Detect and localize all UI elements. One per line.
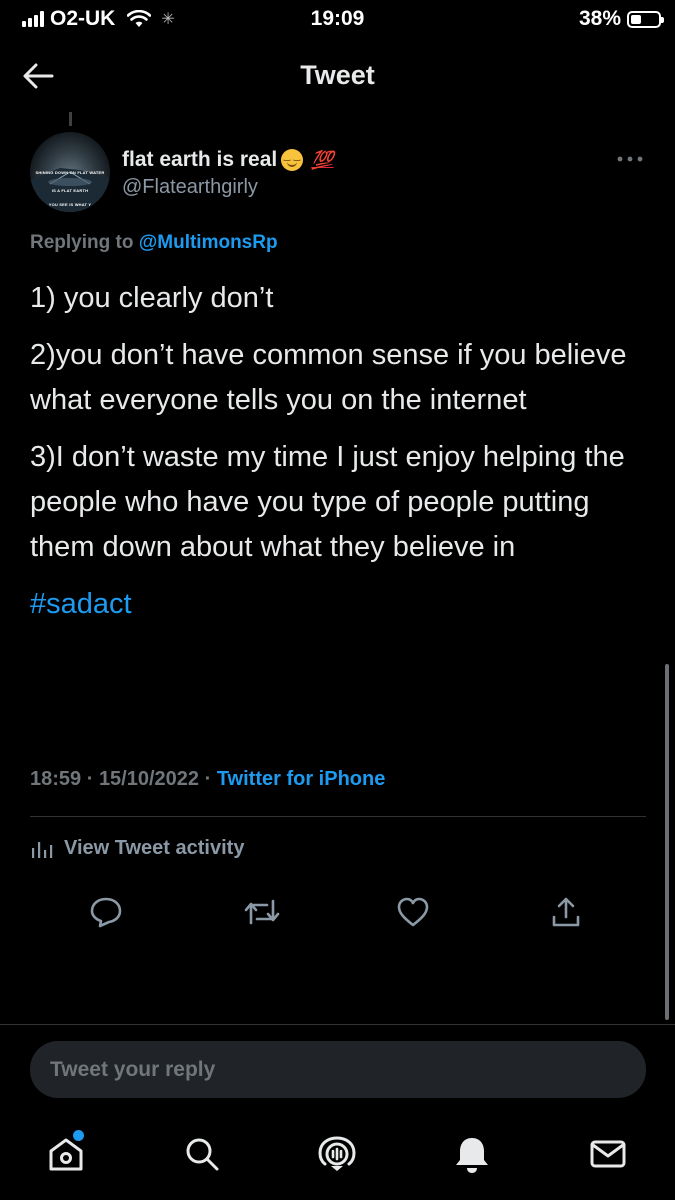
tab-home[interactable]: [42, 1130, 90, 1178]
battery-fill: [631, 14, 641, 24]
retweet-button[interactable]: [240, 890, 284, 934]
home-notification-dot: [73, 1130, 84, 1141]
search-icon: [186, 1138, 219, 1171]
display-name: flat earth is real: [122, 148, 278, 171]
reply-icon: [90, 897, 122, 928]
avatar[interactable]: SHINING DOWN ON FLAT WATER IS A FLAT EAR…: [30, 132, 110, 212]
header: Tweet: [0, 48, 675, 104]
avatar-text-2: IS A FLAT EARTH: [51, 188, 89, 193]
tweet-meta: 18:59 · 15/10/2022 · Twitter for iPhone: [30, 768, 386, 790]
tweet-text: 1) you clearly don’t 2)you don’t have co…: [30, 276, 640, 639]
tweet-date: 15/10/2022: [98, 768, 200, 790]
user-handle: @Flatearthgirly: [122, 176, 258, 198]
reply-input[interactable]: [50, 1057, 646, 1082]
tweet-actions: [0, 890, 675, 934]
status-bar: O2-UK ✳ 19:09 38%: [0, 0, 675, 40]
battery-icon: [627, 10, 664, 28]
view-activity-button[interactable]: View Tweet activity: [30, 836, 244, 860]
tab-spaces[interactable]: [313, 1130, 361, 1178]
tab-notifications[interactable]: [448, 1130, 496, 1178]
heart-icon: [397, 897, 429, 927]
avatar-text-1: SHINING DOWN ON FLAT WATER: [35, 170, 105, 175]
hashtag-link[interactable]: #sadact: [30, 588, 132, 620]
more-dots-icon: [617, 156, 643, 162]
hundred-points-emoji-icon: 💯: [311, 149, 334, 170]
tweet-paragraph: 1) you clearly don’t: [30, 282, 274, 314]
relieved-face-emoji-icon: [281, 149, 304, 171]
like-button[interactable]: [391, 890, 435, 934]
reply-composer[interactable]: [30, 1041, 646, 1098]
tab-search[interactable]: [178, 1130, 226, 1178]
divider: [30, 816, 646, 817]
battery-percent: 38%: [578, 7, 621, 30]
replying-to: Replying to @MultimonsRp: [30, 232, 278, 254]
tweet-source-link[interactable]: Twitter for iPhone: [217, 768, 386, 790]
analytics-icon: [32, 842, 53, 858]
page-title: Tweet: [300, 60, 375, 90]
avatar-text-3: YOU SEE IS WHAT Y: [48, 202, 92, 207]
tab-messages[interactable]: [584, 1130, 632, 1178]
author-block[interactable]: flat earth is real 💯 @Flatearthgirly: [122, 148, 334, 199]
reply-button[interactable]: [84, 890, 128, 934]
display-name-row: flat earth is real 💯: [122, 148, 334, 172]
share-icon: [552, 897, 580, 927]
bell-icon: [456, 1138, 488, 1173]
replying-prefix: Replying to: [30, 232, 134, 253]
share-button[interactable]: [544, 890, 588, 934]
reply-mention-link[interactable]: @MultimonsRp: [139, 232, 278, 253]
tab-bar: [0, 1130, 675, 1180]
mail-icon: [590, 1140, 626, 1168]
tweet-paragraph: 3)I don’t waste my time I just enjoy hel…: [30, 441, 625, 563]
status-right: 38%: [578, 7, 664, 31]
spaces-icon: [318, 1136, 356, 1171]
view-activity-label: View Tweet activity: [64, 836, 245, 859]
retweet-icon: [244, 899, 280, 925]
tweet-time: 18:59: [30, 768, 82, 790]
more-options-button[interactable]: [617, 150, 643, 168]
composer-divider: [0, 1024, 675, 1025]
scrollbar[interactable]: [665, 664, 669, 1020]
tweet-paragraph: 2)you don’t have common sense if you bel…: [30, 339, 627, 416]
status-time: 19:09: [310, 7, 365, 30]
thread-line: [69, 112, 72, 126]
